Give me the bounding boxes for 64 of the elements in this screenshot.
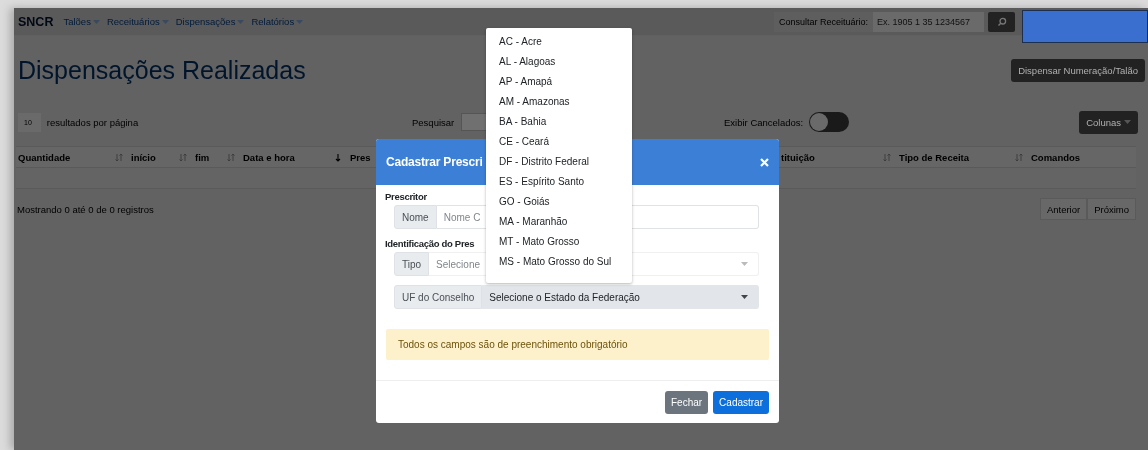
field-label: UF do Conselho: [394, 285, 483, 309]
columns-button[interactable]: Colunas: [1079, 110, 1138, 134]
required-fields-alert: Todos os campos são de preenchimento obrigatório: [386, 329, 769, 360]
column-header[interactable]: Quantidade: [16, 148, 129, 166]
records-info: Mostrando 0 até 0 de 0 registros: [17, 203, 154, 215]
register-button[interactable]: Cadastrar: [713, 390, 769, 414]
select-field[interactable]: Selecione o Estado da Federação: [482, 285, 759, 309]
dialog-title: Cadastrar Prescri: [386, 155, 483, 169]
column-header[interactable]: Tipo de Receita: [897, 148, 1029, 166]
caret-icon: [161, 19, 169, 24]
nav-menu[interactable]: Receituários: [106, 16, 169, 27]
caret-icon: [741, 295, 748, 299]
show-cancelled-label: Exibir Cancelados:: [724, 116, 804, 128]
close-button[interactable]: [760, 157, 769, 167]
caret-icon: [741, 262, 748, 266]
close-icon: [760, 157, 769, 167]
search-icon: [996, 16, 1007, 27]
caret-icon: [296, 19, 304, 24]
page-title: Dispensações Realizadas: [18, 55, 306, 85]
caret-icon: [237, 19, 245, 24]
dropdown-option[interactable]: AP - Amapá: [486, 72, 632, 92]
dropdown-option[interactable]: AM - Amazonas: [486, 92, 632, 112]
sort-icon[interactable]: [883, 152, 891, 162]
brand-logo[interactable]: SNCR: [18, 14, 54, 29]
nav-menu[interactable]: Relatórios: [251, 16, 304, 27]
search-label: Pesquisar: [412, 116, 455, 128]
prescription-search-field[interactable]: Ex. 1905 1 35 1234567: [873, 11, 984, 32]
dropdown-option[interactable]: CE - Ceará: [486, 132, 632, 152]
column-header[interactable]: Data e hora: [241, 148, 348, 166]
close-dialog-button[interactable]: Fechar: [664, 390, 709, 414]
dropdown-option[interactable]: ES - Espírito Santo: [486, 172, 632, 192]
dropdown-option[interactable]: AC - Acre: [486, 32, 632, 52]
column-header[interactable]: fim: [193, 148, 241, 166]
field-label: Tipo: [394, 252, 430, 276]
pagination-button[interactable]: Próximo: [1087, 198, 1136, 220]
sort-icon[interactable]: [115, 152, 123, 162]
dropdown-option[interactable]: DF - Distrito Federal: [486, 152, 632, 172]
column-header[interactable]: tituição: [779, 148, 897, 166]
dropdown-option[interactable]: AL - Alagoas: [486, 52, 632, 72]
field-label: Nome: [394, 205, 437, 229]
dropdown-option[interactable]: MT - Mato Grosso: [486, 232, 632, 252]
section-heading: Identificação do Pres: [385, 238, 475, 249]
column-header[interactable]: início: [129, 148, 193, 166]
dispense-button[interactable]: Dispensar Numeração/Talão: [1011, 58, 1145, 82]
nav-menu[interactable]: Dispensações: [175, 16, 245, 27]
sort-icon[interactable]: [1015, 152, 1023, 162]
page-size-label: resultados por página: [46, 116, 139, 128]
dropdown-option[interactable]: MA - Maranhão: [486, 212, 632, 232]
dropdown-option[interactable]: BA - Bahia: [486, 112, 632, 132]
sort-icon[interactable]: [227, 152, 235, 162]
nav-menu[interactable]: Talões: [63, 16, 100, 27]
sort-descending-icon[interactable]: [334, 152, 342, 162]
section-heading: Prescritor: [385, 191, 427, 202]
caret-icon: [92, 19, 100, 24]
dropdown-option[interactable]: MS - Mato Grosso do Sul: [486, 252, 632, 272]
show-cancelled-toggle[interactable]: [809, 112, 850, 132]
dropdown-option[interactable]: GO - Goiás: [486, 192, 632, 212]
pagination-button[interactable]: Anterior: [1039, 198, 1088, 220]
column-header[interactable]: Comandos: [1029, 148, 1136, 166]
search-button[interactable]: [988, 11, 1015, 32]
column-header[interactable]: Pres: [348, 148, 376, 166]
lookup-label: Consultar Receituário:: [773, 11, 873, 32]
caret-icon: [1124, 120, 1131, 124]
sort-icon[interactable]: [179, 152, 187, 162]
